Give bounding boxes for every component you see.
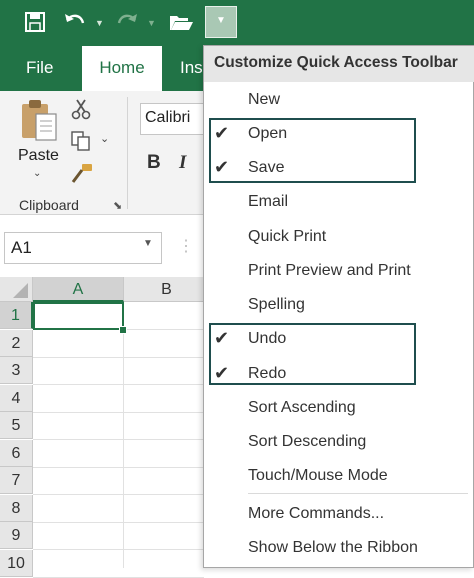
gridline-horizontal (33, 357, 204, 358)
chevron-down-icon: ▼ (216, 15, 226, 26)
name-box[interactable]: A1 (4, 232, 162, 264)
ribbon-separator (127, 97, 128, 209)
tab-home-label: Home (99, 58, 145, 77)
clipboard-group-label: Clipboard (19, 197, 79, 213)
customize-qat-button[interactable]: ▼ (205, 6, 237, 38)
gridline-horizontal (33, 549, 204, 550)
format-painter-icon[interactable] (70, 162, 94, 184)
select-all-corner[interactable] (0, 277, 33, 302)
row-header[interactable]: 6 (0, 440, 33, 467)
undo-icon[interactable] (63, 11, 87, 33)
menu-item[interactable] (204, 188, 472, 218)
menu-item-label: Print Preview and Print (248, 262, 411, 279)
redo-dropdown-icon: ▼ (147, 18, 156, 28)
paste-icon[interactable] (18, 98, 60, 144)
row-header[interactable]: 4 (0, 385, 33, 412)
column-header[interactable]: A (33, 277, 124, 302)
gridline-horizontal (33, 494, 204, 495)
menu-item-label: Quick Print (248, 228, 327, 245)
gridline-horizontal (33, 439, 204, 440)
row-header[interactable]: 10 (0, 550, 33, 577)
menu-item-label: Spelling (248, 296, 305, 313)
tab-file[interactable]: File (26, 58, 53, 78)
bold-button[interactable]: B (147, 152, 161, 174)
redo-icon (115, 11, 139, 33)
fill-handle[interactable] (119, 326, 127, 334)
highlight-undo-redo (209, 323, 416, 385)
gridline-horizontal (33, 412, 204, 413)
save-icon[interactable] (24, 11, 46, 33)
menu-item-label: More Commands... (248, 505, 385, 522)
italic-button[interactable]: I (179, 152, 186, 174)
menu-item[interactable] (204, 223, 472, 253)
menu-item-label: Show Below the Ribbon (248, 539, 418, 556)
gridline-horizontal (33, 522, 204, 523)
paste-button-label[interactable]: Paste (18, 147, 59, 165)
menu-separator (248, 493, 468, 494)
gridline-vertical (123, 302, 124, 568)
gridline-horizontal (33, 384, 204, 385)
row-header[interactable]: 2 (0, 330, 33, 357)
formula-bar-grip-icon: ⋮ (178, 238, 194, 255)
row-header[interactable]: 3 (0, 357, 33, 384)
name-box-dropdown-icon[interactable]: ▼ (143, 238, 153, 249)
menu-item-label: Touch/Mouse Mode (248, 467, 388, 484)
row-header[interactable]: 9 (0, 522, 33, 549)
selected-cell-a1[interactable] (33, 302, 124, 330)
cut-icon[interactable] (70, 98, 92, 120)
paste-dropdown-icon[interactable]: ⌄ (33, 168, 41, 179)
copy-dropdown-icon[interactable]: ⌄ (100, 132, 109, 145)
menu-item[interactable] (204, 291, 472, 321)
tab-home[interactable]: Home (82, 46, 162, 91)
menu-item-label: New (248, 91, 281, 108)
menu-item-label: Sort Ascending (248, 399, 356, 416)
menu-item[interactable] (204, 86, 472, 116)
menu-item-label: Email (248, 193, 289, 210)
dialog-launcher-icon[interactable]: ⬊ (113, 199, 122, 212)
row-header[interactable]: 8 (0, 495, 33, 522)
undo-dropdown-icon[interactable]: ▼ (95, 0, 104, 46)
font-name-box[interactable]: Calibri (140, 103, 210, 135)
highlight-open-save (209, 118, 416, 183)
menu-title: Customize Quick Access Toolbar (204, 46, 474, 82)
row-header[interactable]: 5 (0, 412, 33, 439)
row-header[interactable]: 7 (0, 467, 33, 494)
open-folder-icon[interactable] (168, 12, 194, 32)
copy-icon[interactable] (70, 130, 92, 152)
row-header[interactable]: 1 (0, 302, 33, 329)
menu-item-label: Sort Descending (248, 433, 367, 450)
gridline-horizontal (33, 467, 204, 468)
column-header[interactable]: B (124, 277, 210, 302)
